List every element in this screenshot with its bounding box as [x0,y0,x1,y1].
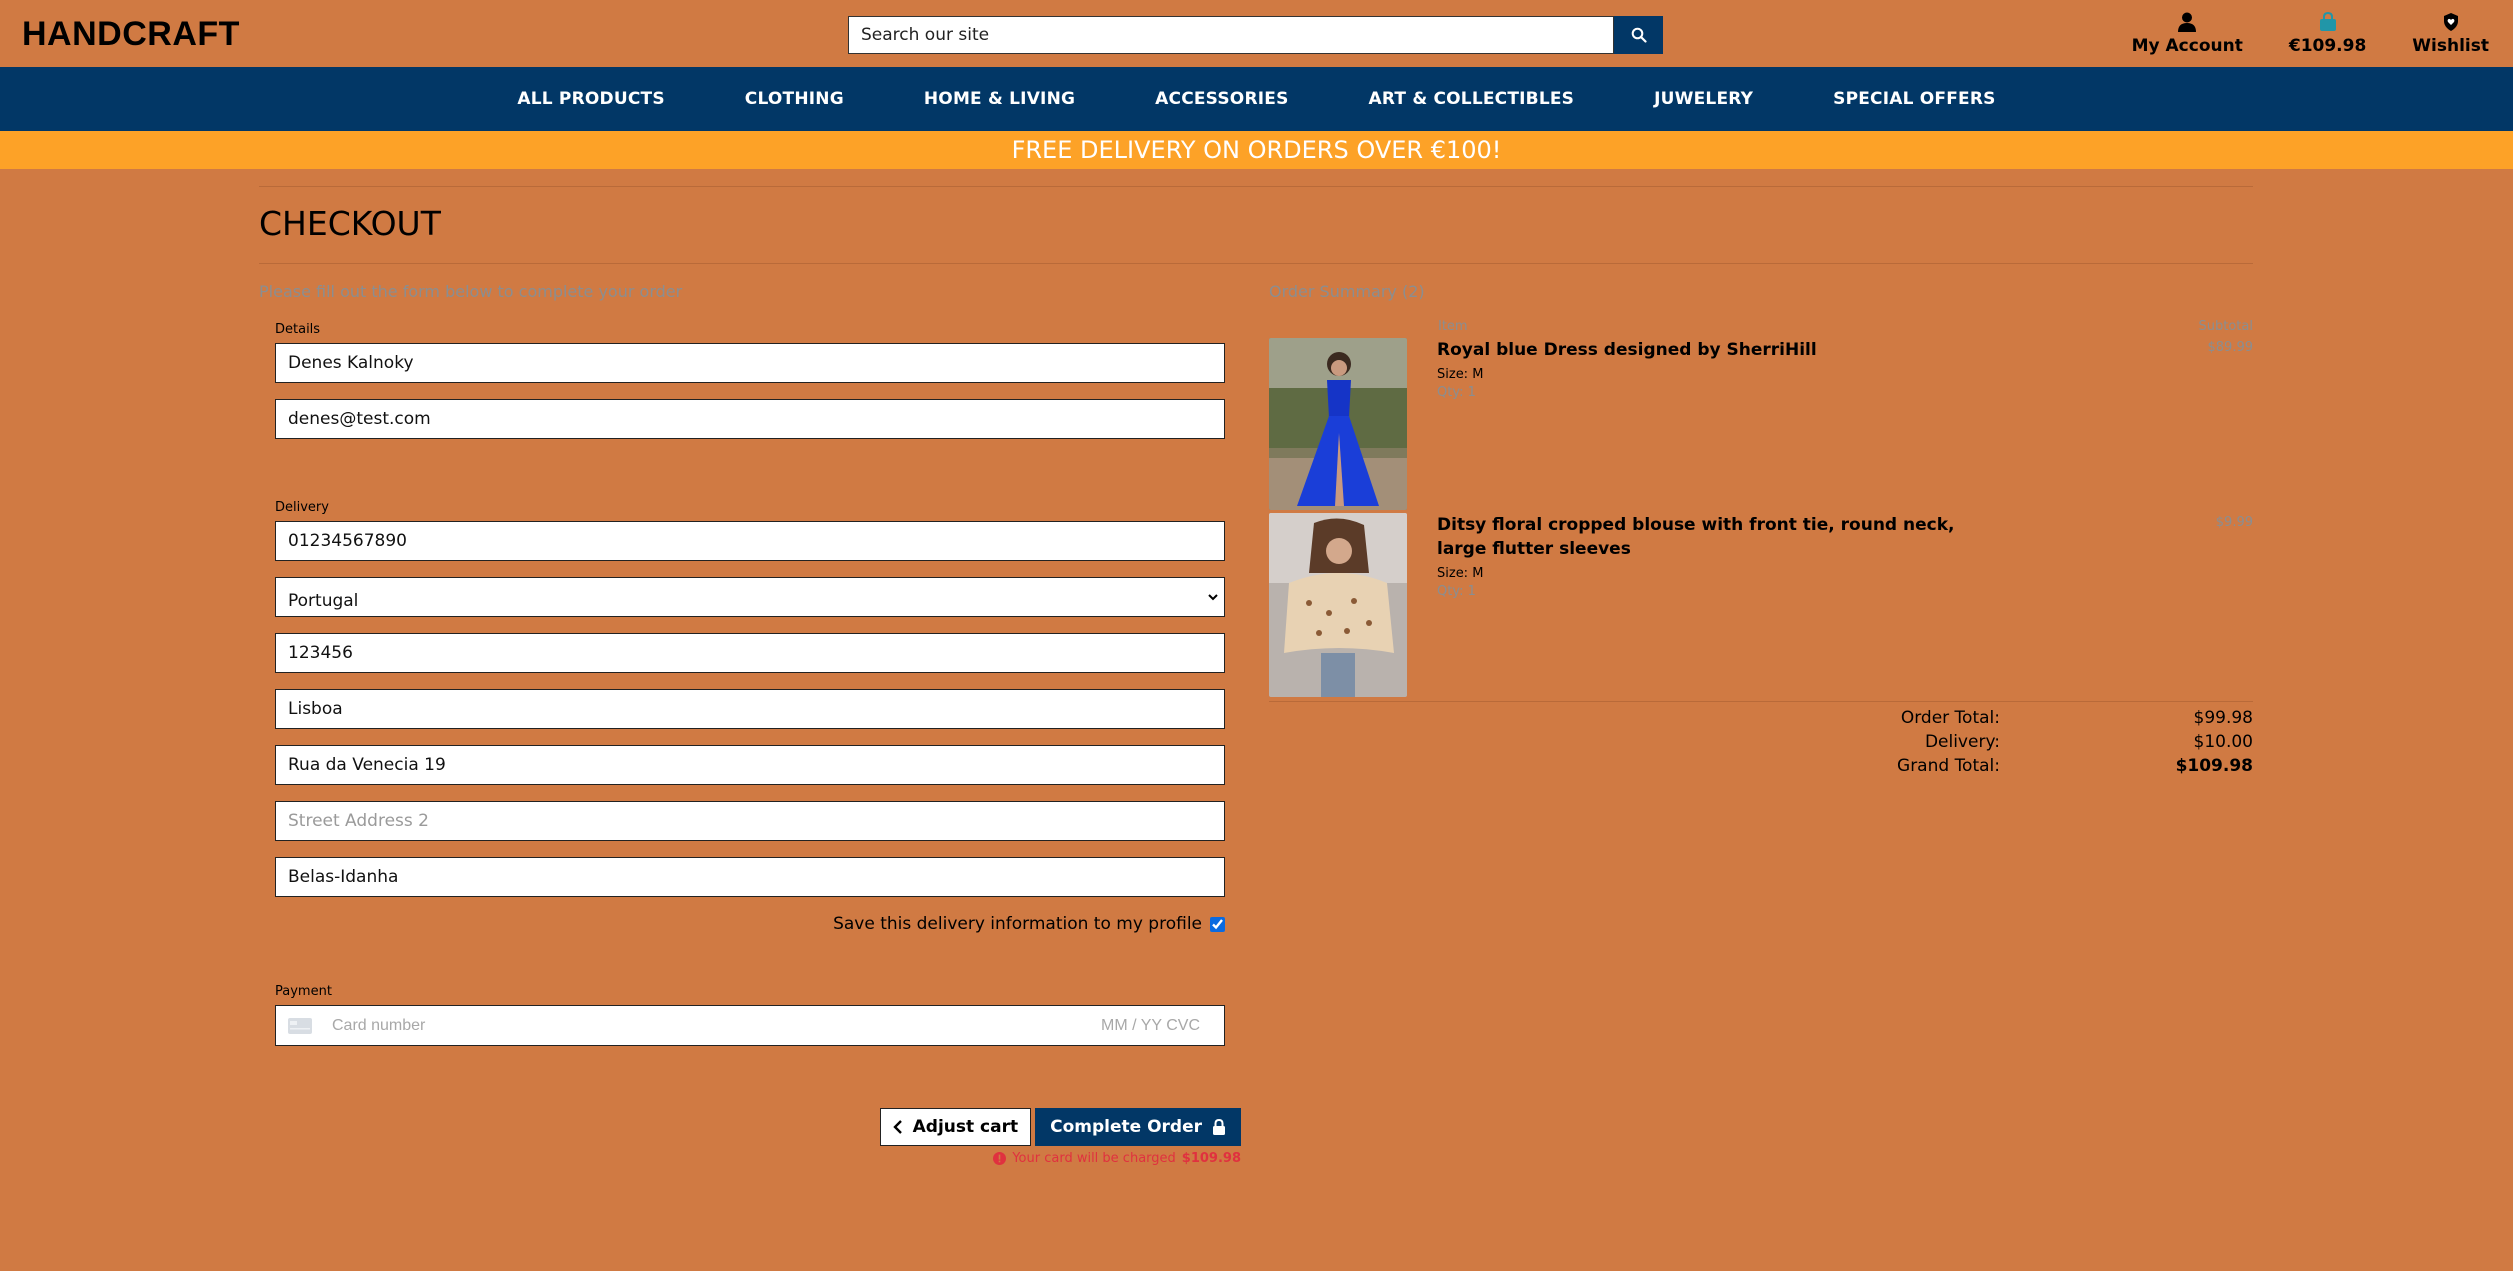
card-input[interactable]: Card number MM / YY CVC [275,1005,1225,1046]
complete-order-label: Complete Order [1050,1117,1202,1137]
my-account-label: My Account [2131,36,2243,56]
order-item: Ditsy floral cropped blouse with front t… [1269,513,2253,697]
wishlist-link[interactable]: Wishlist [2412,12,2489,56]
checkout-page: CHECKOUT Please fill out the form below … [259,186,2253,1166]
nav-home-living[interactable]: HOME & LIVING [884,89,1115,109]
order-totals: Order Total: $99.98 Delivery: $10.00 Gra… [1269,701,2253,778]
cart-total: €109.98 [2288,36,2367,56]
shopping-bag-icon [2319,12,2336,31]
order-summary-header: Item Subtotal [1438,319,2253,334]
product-size: Size: M [1437,367,1484,382]
order-item-info: Royal blue Dress designed by SherriHill … [1437,338,1997,510]
delivery-row: Delivery: $10.00 [1269,730,2253,754]
shield-heart-icon [2443,13,2458,31]
lock-icon [1213,1119,1225,1135]
country-select[interactable]: Portugal [275,577,1225,617]
order-item-info: Ditsy floral cropped blouse with front t… [1437,513,1997,697]
divider [259,263,2253,264]
main-nav: ALL PRODUCTS CLOTHING HOME & LIVING ACCE… [0,67,2513,131]
street-address-1-field[interactable] [275,745,1225,785]
charge-amount: $109.98 [1181,1151,1241,1166]
full-name-field[interactable] [275,343,1225,383]
country-select-wrap: Portugal [275,577,1225,617]
charge-notice-text: Your card will be charged [1012,1151,1176,1166]
grand-total-value: $109.98 [2175,756,2253,776]
card-number-placeholder: Card number [332,1016,426,1034]
checkout-columns: Please fill out the form below to comple… [259,282,2253,1166]
order-item: Royal blue Dress designed by SherriHill … [1269,338,2253,510]
product-image-royal-blue-dress[interactable] [1269,338,1407,510]
nav-special-offers[interactable]: SPECIAL OFFERS [1793,89,2035,109]
grand-total-row: Grand Total: $109.98 [1269,754,2253,778]
email-field[interactable] [275,399,1225,439]
street-address-2-field[interactable] [275,801,1225,841]
product-name[interactable]: Ditsy floral cropped blouse with front t… [1437,513,1997,561]
item-column-header: Item [1438,319,1468,334]
search-input[interactable] [848,16,1614,54]
chevron-down-icon [1208,594,1218,601]
product-name[interactable]: Royal blue Dress designed by SherriHill [1437,338,1997,362]
delivery-total-value: $10.00 [2193,732,2253,752]
payment-label: Payment [275,984,332,999]
nav-art-collectibles[interactable]: ART & COLLECTIBLES [1329,89,1615,109]
brand-logo[interactable]: HANDCRAFT [22,15,240,54]
chevron-left-icon [892,1120,902,1134]
product-subtotal: $89.99 [2207,340,2254,355]
nav-juwelery[interactable]: JUWELERY [1614,89,1793,109]
save-info-checkbox[interactable] [1210,916,1225,932]
wishlist-label: Wishlist [2412,36,2489,56]
subtotal-column-header: Subtotal [2198,319,2253,334]
order-summary-title: Order Summary (2) [1269,282,1425,301]
adjust-cart-button[interactable]: Adjust cart [879,1108,1032,1146]
phone-field[interactable] [275,521,1225,561]
nav-all-products[interactable]: ALL PRODUCTS [477,89,704,109]
form-intro: Please fill out the form below to comple… [259,282,683,301]
order-total-label: Order Total: [1900,708,2000,728]
order-total-value: $99.98 [2193,708,2253,728]
card-expiry-cvc-placeholder: MM / YY CVC [1101,1016,1200,1034]
search-bar [848,16,1663,54]
order-summary: Order Summary (2) Item Subtotal Royal bl… [1269,282,2253,1166]
header-actions: My Account €109.98 Wishlist [2132,12,2489,56]
save-info-row: Save this delivery information to my pro… [259,914,1225,934]
grand-total-label: Grand Total: [1897,756,2000,776]
product-qty: Qty: 1 [1437,584,1476,599]
town-field[interactable] [275,689,1225,729]
charge-notice: Your card will be charged $109.98 [259,1151,1241,1166]
top-header: HANDCRAFT My Account €109.98 Wishlist [0,0,2513,67]
nav-accessories[interactable]: ACCESSORIES [1115,89,1328,109]
product-qty: Qty: 1 [1437,385,1476,400]
promo-banner: FREE DELIVERY ON ORDERS OVER €100! [0,131,2513,169]
search-icon [1631,27,1647,43]
nav-clothing[interactable]: CLOTHING [705,89,884,109]
checkout-form: Please fill out the form below to comple… [259,282,1241,1166]
checkout-actions: Adjust cart Complete Order [259,1108,1241,1146]
user-icon [2178,12,2197,32]
product-size: Size: M [1437,566,1484,581]
cart-link[interactable]: €109.98 [2289,12,2366,56]
adjust-cart-label: Adjust cart [912,1117,1019,1137]
postcode-field[interactable] [275,633,1225,673]
delivery-label: Delivery [275,500,329,515]
my-account-link[interactable]: My Account [2132,12,2243,56]
page-title: CHECKOUT [259,204,441,243]
product-subtotal: $9.99 [2215,515,2253,530]
order-total-row: Order Total: $99.98 [1269,706,2253,730]
details-label: Details [275,322,321,337]
search-button[interactable] [1614,16,1663,54]
complete-order-button[interactable]: Complete Order [1035,1108,1241,1146]
county-field[interactable] [275,857,1225,897]
credit-card-icon [288,1017,312,1034]
delivery-total-label: Delivery: [1924,732,2000,752]
save-info-label: Save this delivery information to my pro… [833,914,1202,934]
product-image-floral-blouse[interactable] [1269,513,1407,697]
alert-circle-icon [993,1152,1007,1165]
